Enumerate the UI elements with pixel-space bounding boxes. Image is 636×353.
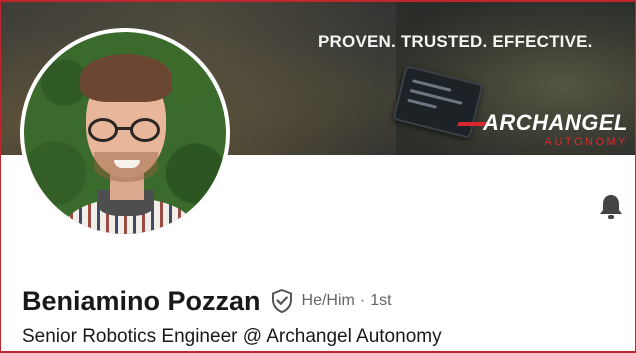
frame-border-left [0,0,1,353]
avatar-glasses-left [88,118,118,142]
name-row: Beniamino Pozzan He/Him · 1st [22,283,392,319]
profile-card: PROVEN. TRUSTED. EFFECTIVE. ARCHANGEL AU… [0,0,636,353]
shield-check-icon[interactable] [270,288,294,314]
profile-name: Beniamino Pozzan [22,285,261,316]
pronouns: He/Him [301,292,355,309]
avatar-glasses-right [130,118,160,142]
brand-subtitle: AUTONOMY [544,136,628,148]
separator-dot: · [359,292,366,309]
brand-name: ARCHANGEL [482,110,628,135]
connection-degree: 1st [370,292,392,309]
avatar-glasses-bridge [116,127,132,130]
banner-tagline: PROVEN. TRUSTED. EFFECTIVE. [318,32,593,51]
banner-brand-logo: ARCHANGEL AUTONOMY [458,112,628,149]
profile-headline: Senior Robotics Engineer @ Archangel Aut… [22,326,442,347]
bell-icon[interactable] [598,193,624,221]
profile-avatar[interactable] [20,28,230,238]
avatar-hair [80,54,172,102]
avatar-smile [114,160,140,168]
frame-border-top [0,0,636,2]
